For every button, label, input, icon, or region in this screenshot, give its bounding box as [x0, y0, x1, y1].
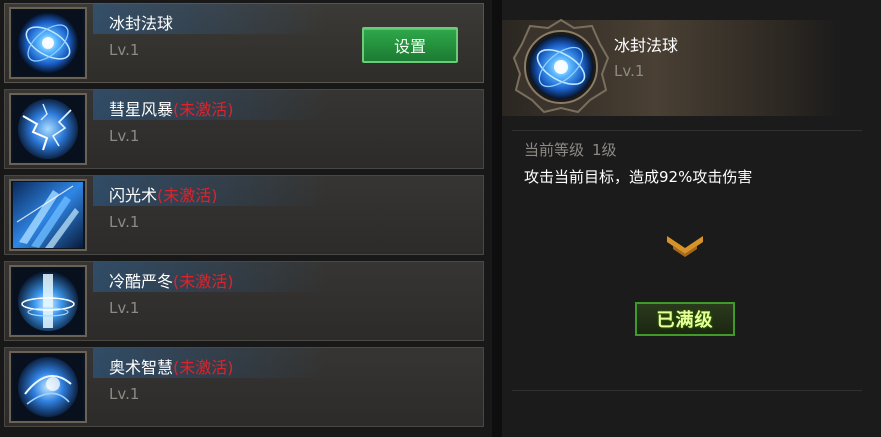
- skill-name: 冰封法球: [109, 14, 174, 33]
- ice-orb-icon: [9, 7, 87, 79]
- skill-row-arcane-wisdom[interactable]: 奥术智慧(未激活) Lv.1: [4, 347, 484, 427]
- skill-level: Lv.1: [109, 213, 140, 231]
- divider-line: [512, 130, 862, 131]
- skill-row-comet-storm[interactable]: 彗星风暴(未激活) Lv.1: [4, 89, 484, 169]
- skill-row-cold-winter[interactable]: 冷酷严冬(未激活) Lv.1: [4, 261, 484, 341]
- detail-skill-name: 冰封法球: [614, 36, 679, 55]
- chevron-down-icon: [667, 236, 703, 257]
- frost-pillar-icon: [9, 265, 87, 337]
- detail-skill-level: Lv.1: [614, 62, 645, 80]
- skill-name: 奥术智慧(未激活): [109, 358, 234, 377]
- skill-level: Lv.1: [109, 127, 140, 145]
- skill-name: 冷酷严冬(未激活): [109, 272, 234, 291]
- current-level: 当前等级 1级: [524, 141, 617, 159]
- skill-level: Lv.1: [109, 299, 140, 317]
- skill-row-ice-orb[interactable]: 冰封法球 Lv.1 设置: [4, 3, 484, 83]
- skill-name: 闪光术(未激活): [109, 186, 218, 205]
- skill-detail-panel: 冰封法球 Lv.1 当前等级 1级 攻击当前目标，造成92%攻击伤害 已满级: [502, 0, 881, 437]
- set-button[interactable]: 设置: [362, 27, 458, 63]
- divider-line: [512, 390, 862, 391]
- ice-orb-icon: [512, 18, 610, 116]
- maxed-badge: 已满级: [635, 302, 735, 336]
- skill-row-flash[interactable]: 闪光术(未激活) Lv.1: [4, 175, 484, 255]
- skill-name: 彗星风暴(未激活): [109, 100, 234, 119]
- arcane-orb-icon: [9, 351, 87, 423]
- skill-level: Lv.1: [109, 385, 140, 403]
- skill-description: 攻击当前目标，造成92%攻击伤害: [524, 168, 753, 186]
- skill-list: 冰封法球 Lv.1 设置 彗星风暴(未激活) Lv.1 闪光术(未激活) Lv.…: [0, 0, 492, 437]
- ice-shard-icon: [9, 179, 87, 251]
- skill-level: Lv.1: [109, 41, 140, 59]
- panel-divider: [492, 0, 502, 437]
- lightning-storm-icon: [9, 93, 87, 165]
